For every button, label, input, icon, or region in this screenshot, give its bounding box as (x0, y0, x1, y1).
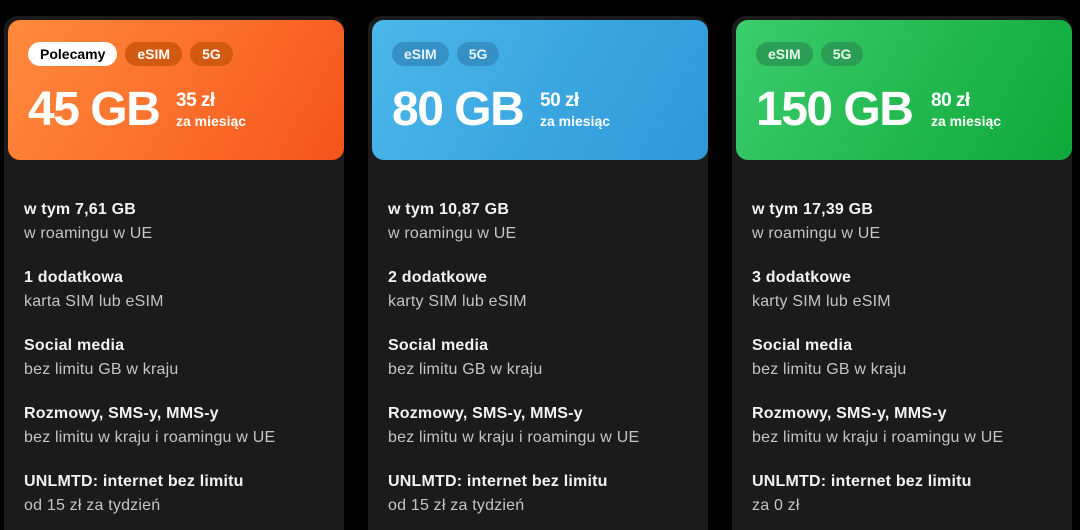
feature-description: bez limitu GB w kraju (24, 361, 179, 378)
plan-card-45gb[interactable]: Polecamy eSIM 5G 45 GB 35 zł za miesiąc … (4, 16, 344, 530)
feature-description: w roamingu w UE (24, 225, 153, 242)
plan-badges: eSIM 5G (392, 42, 500, 66)
feature-item: Rozmowy, SMS-y, MMS-y bez limitu w kraju… (388, 404, 698, 472)
feature-title: 3 dodatkowe (752, 269, 852, 286)
feature-description: bez limitu w kraju i roamingu w UE (752, 429, 1004, 446)
feature-description: karta SIM lub eSIM (24, 293, 164, 310)
feature-description: karty SIM lub eSIM (388, 293, 527, 310)
5g-badge: 5G (820, 42, 864, 66)
plan-price: 80 zł (931, 90, 970, 111)
esim-badge: eSIM (392, 42, 449, 66)
feature-description: karty SIM lub eSIM (752, 293, 891, 310)
5g-badge: 5G (456, 42, 500, 66)
feature-title: Social media (388, 337, 489, 354)
feature-title: Social media (752, 337, 853, 354)
feature-description: bez limitu w kraju i roamingu w UE (24, 429, 276, 446)
feature-title: Social media (24, 337, 125, 354)
feature-item: w tym 10,87 GB w roamingu w UE (388, 200, 698, 268)
plan-header: eSIM 5G 80 GB 50 zł za miesiąc (372, 20, 708, 160)
feature-item: Rozmowy, SMS-y, MMS-y bez limitu w kraju… (24, 404, 334, 472)
feature-title: w tym 17,39 GB (752, 201, 874, 218)
price-period: za miesiąc (931, 113, 1002, 129)
feature-item: 3 dodatkowe karty SIM lub eSIM (752, 268, 1062, 336)
feature-item: UNLMTD: internet bez limitu od 15 zł za … (24, 472, 334, 530)
recommended-badge: Polecamy (28, 42, 118, 66)
plan-cards: Polecamy eSIM 5G 45 GB 35 zł za miesiąc … (0, 0, 1080, 530)
feature-title: Rozmowy, SMS-y, MMS-y (752, 405, 947, 422)
feature-description: bez limitu GB w kraju (752, 361, 907, 378)
feature-item: Social media bez limitu GB w kraju (388, 336, 698, 404)
feature-item: Social media bez limitu GB w kraju (752, 336, 1062, 404)
plan-header: eSIM 5G 150 GB 80 zł za miesiąc (736, 20, 1072, 160)
feature-title: 2 dodatkowe (388, 269, 488, 286)
feature-list: w tym 7,61 GB w roamingu w UE 1 dodatkow… (24, 200, 334, 530)
plan-card-80gb[interactable]: eSIM 5G 80 GB 50 zł za miesiąc w tym 10,… (368, 16, 708, 530)
feature-item: w tym 17,39 GB w roamingu w UE (752, 200, 1062, 268)
data-amount: 150 GB (756, 83, 914, 136)
plan-badges: eSIM 5G (756, 42, 864, 66)
feature-list: w tym 10,87 GB w roamingu w UE 2 dodatko… (388, 200, 698, 530)
plan-badges: Polecamy eSIM 5G (28, 42, 233, 66)
feature-item: Social media bez limitu GB w kraju (24, 336, 334, 404)
feature-description: bez limitu GB w kraju (388, 361, 543, 378)
feature-title: w tym 7,61 GB (24, 201, 136, 218)
feature-item: UNLMTD: internet bez limitu od 15 zł za … (388, 472, 698, 530)
feature-description: za 0 zł (752, 497, 800, 514)
feature-description: od 15 zł za tydzień (388, 497, 525, 514)
5g-badge: 5G (190, 42, 233, 66)
feature-title: UNLMTD: internet bez limitu (388, 473, 608, 490)
plan-card-150gb[interactable]: eSIM 5G 150 GB 80 zł za miesiąc w tym 17… (732, 16, 1072, 530)
feature-description: w roamingu w UE (752, 225, 881, 242)
data-amount: 45 GB (28, 83, 161, 136)
feature-item: 1 dodatkowa karta SIM lub eSIM (24, 268, 334, 336)
plan-header: Polecamy eSIM 5G 45 GB 35 zł za miesiąc (8, 20, 344, 160)
feature-item: w tym 7,61 GB w roamingu w UE (24, 200, 334, 268)
price-period: za miesiąc (176, 113, 247, 129)
plan-price: 35 zł (176, 90, 215, 111)
feature-list: w tym 17,39 GB w roamingu w UE 3 dodatko… (752, 200, 1062, 530)
feature-item: UNLMTD: internet bez limitu za 0 zł (752, 472, 1062, 530)
feature-title: w tym 10,87 GB (388, 201, 510, 218)
esim-badge: eSIM (125, 42, 183, 66)
feature-description: od 15 zł za tydzień (24, 497, 161, 514)
feature-title: Rozmowy, SMS-y, MMS-y (24, 405, 219, 422)
feature-title: UNLMTD: internet bez limitu (752, 473, 972, 490)
feature-title: Rozmowy, SMS-y, MMS-y (388, 405, 583, 422)
feature-item: Rozmowy, SMS-y, MMS-y bez limitu w kraju… (752, 404, 1062, 472)
plan-price: 50 zł (540, 90, 579, 111)
price-period: za miesiąc (540, 113, 611, 129)
data-amount: 80 GB (392, 83, 525, 136)
esim-badge: eSIM (756, 42, 813, 66)
feature-title: UNLMTD: internet bez limitu (24, 473, 244, 490)
feature-title: 1 dodatkowa (24, 269, 124, 286)
feature-item: 2 dodatkowe karty SIM lub eSIM (388, 268, 698, 336)
feature-description: bez limitu w kraju i roamingu w UE (388, 429, 640, 446)
feature-description: w roamingu w UE (388, 225, 517, 242)
